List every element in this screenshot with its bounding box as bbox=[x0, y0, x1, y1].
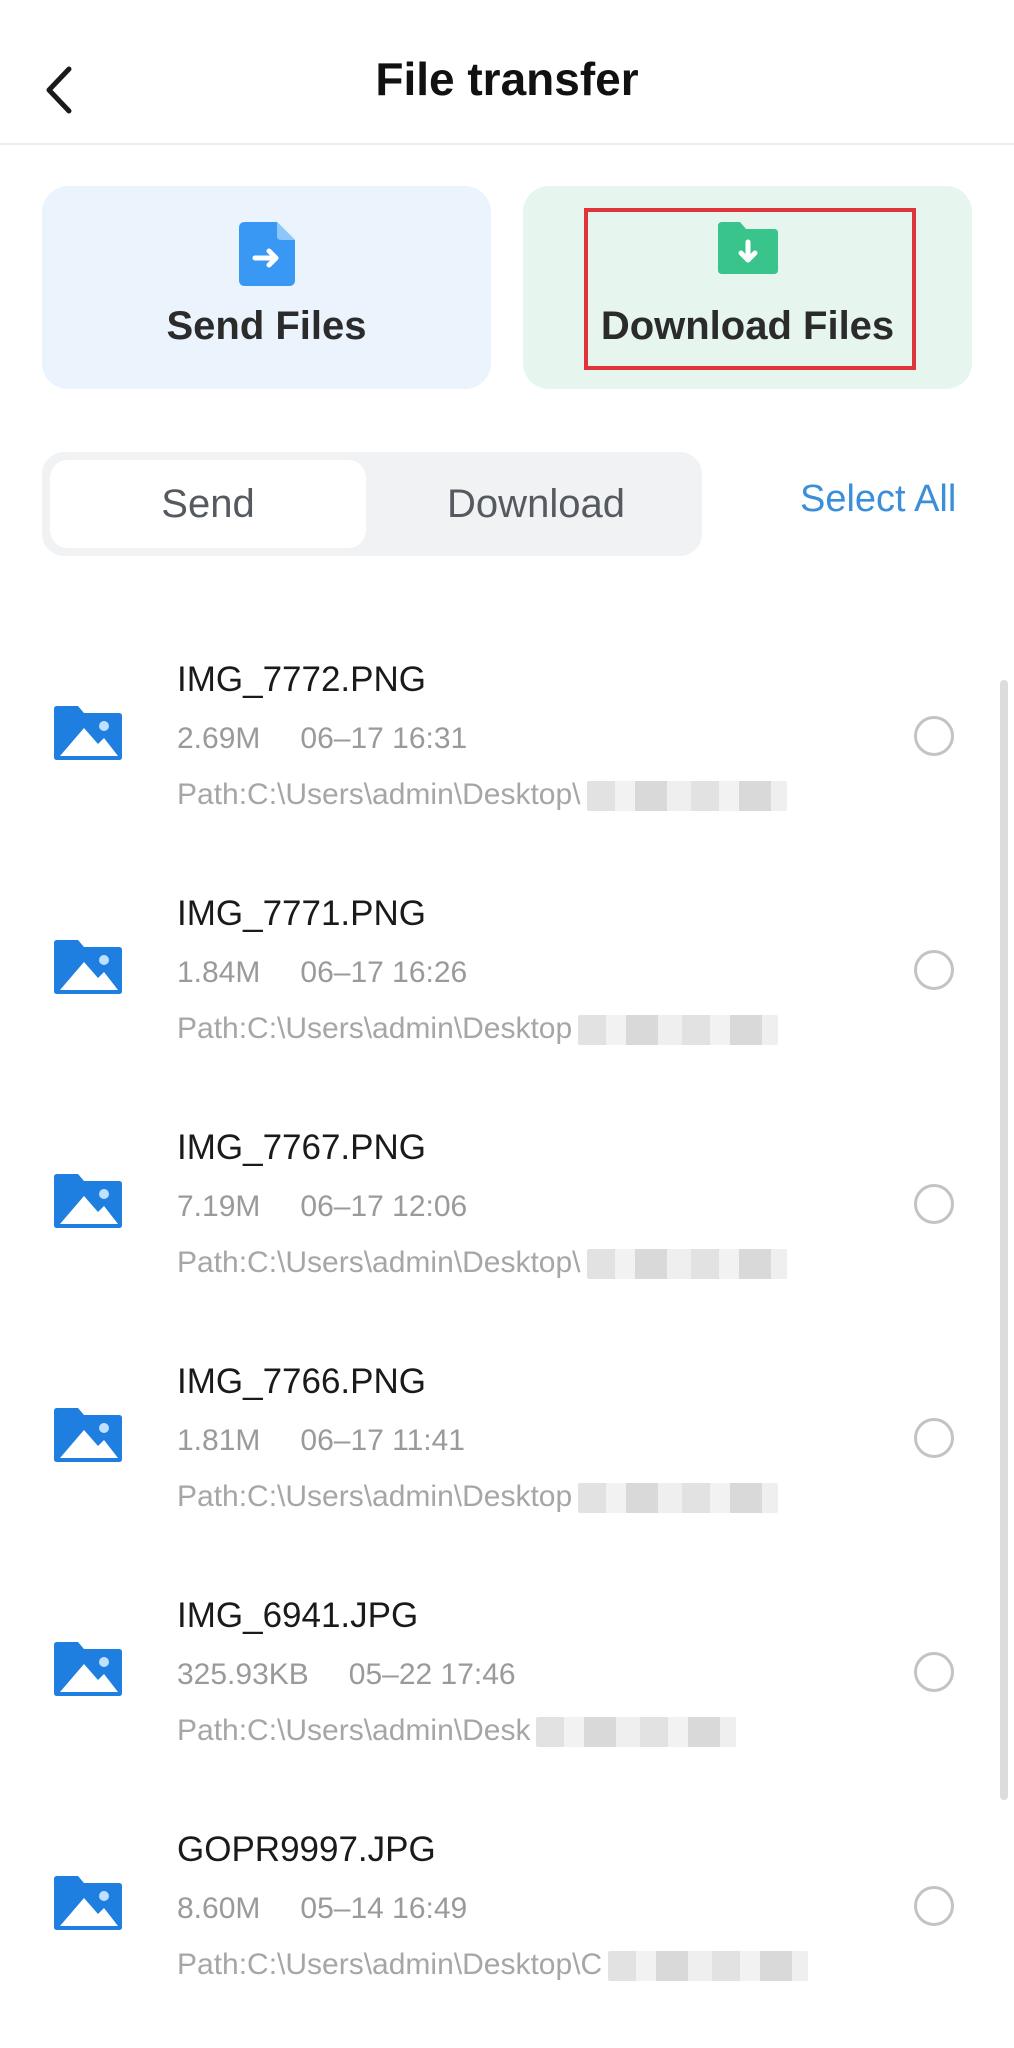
file-path: Path:C:\Users\admin\Desktop\ bbox=[177, 778, 787, 812]
file-size: 325.93KB bbox=[177, 1658, 309, 1691]
file-path-text: Path:C:\Users\admin\Desktop\ bbox=[177, 778, 581, 811]
file-path-text: Path:C:\Users\admin\Desktop\C bbox=[177, 1948, 603, 1981]
send-files-label: Send Files bbox=[166, 304, 367, 348]
select-radio[interactable] bbox=[914, 950, 954, 990]
image-folder-icon bbox=[54, 940, 122, 994]
file-path: Path:C:\Users\admin\Desktop bbox=[177, 1480, 779, 1514]
file-name: IMG_7767.PNG bbox=[177, 1128, 426, 1167]
file-meta: 1.84M 06–17 16:26 bbox=[177, 956, 467, 990]
redacted-block bbox=[608, 1951, 809, 1982]
redacted-block bbox=[536, 1717, 737, 1748]
file-path-text: Path:C:\Users\admin\Desktop bbox=[177, 1012, 573, 1045]
image-folder-icon bbox=[54, 1408, 122, 1462]
image-folder-icon bbox=[54, 1876, 122, 1930]
select-radio[interactable] bbox=[914, 1184, 954, 1224]
select-radio[interactable] bbox=[914, 716, 954, 756]
file-list: IMG_7772.PNG 2.69M 06–17 16:31 Path:C:\Us… bbox=[0, 640, 1014, 2044]
image-folder-icon bbox=[54, 706, 122, 760]
file-size: 1.84M bbox=[177, 956, 261, 989]
select-radio[interactable] bbox=[914, 1886, 954, 1926]
file-path: Path:C:\Users\admin\Desktop\C bbox=[177, 1948, 809, 1982]
redacted-block bbox=[586, 781, 787, 812]
file-name: GOPR9997.JPG bbox=[177, 1830, 436, 1869]
file-time: 06–17 16:31 bbox=[300, 722, 468, 755]
download-files-card[interactable]: Download Files bbox=[523, 186, 972, 389]
list-item[interactable]: IMG_7766.PNG 1.81M 06–17 11:41 Path:C:\Us… bbox=[0, 1342, 1014, 1576]
send-files-card[interactable]: Send Files bbox=[42, 186, 491, 389]
file-path: Path:C:\Users\admin\Desktop bbox=[177, 1012, 779, 1046]
file-size: 2.69M bbox=[177, 722, 261, 755]
tab-download[interactable]: Download bbox=[378, 460, 694, 548]
select-radio[interactable] bbox=[914, 1418, 954, 1458]
file-meta: 8.60M 05–14 16:49 bbox=[177, 1892, 467, 1926]
file-name: IMG_7766.PNG bbox=[177, 1362, 426, 1401]
list-item[interactable]: IMG_7772.PNG 2.69M 06–17 16:31 Path:C:\Us… bbox=[0, 640, 1014, 874]
file-meta: 7.19M 06–17 12:06 bbox=[177, 1190, 467, 1224]
file-size: 1.81M bbox=[177, 1424, 261, 1457]
list-item[interactable]: GOPR9997.JPG 8.60M 05–14 16:49 Path:C:\Us… bbox=[0, 1810, 1014, 2044]
file-path: Path:C:\Users\admin\Desk bbox=[177, 1714, 737, 1748]
file-name: IMG_6941.JPG bbox=[177, 1596, 419, 1635]
file-meta: 325.93KB 05–22 17:46 bbox=[177, 1658, 516, 1692]
file-send-icon bbox=[238, 222, 295, 291]
header-bar: File transfer bbox=[0, 0, 1014, 145]
file-path-text: Path:C:\Users\admin\Desktop\ bbox=[177, 1246, 581, 1279]
list-item[interactable]: IMG_7771.PNG 1.84M 06–17 16:26 Path:C:\Us… bbox=[0, 874, 1014, 1108]
file-time: 05–14 16:49 bbox=[300, 1892, 468, 1925]
file-name: IMG_7772.PNG bbox=[177, 660, 426, 699]
file-name: IMG_7771.PNG bbox=[177, 894, 426, 933]
file-size: 7.19M bbox=[177, 1190, 261, 1223]
folder-download-icon bbox=[717, 222, 778, 279]
image-folder-icon bbox=[54, 1174, 122, 1228]
list-item[interactable]: IMG_7767.PNG 7.19M 06–17 12:06 Path:C:\Us… bbox=[0, 1108, 1014, 1342]
file-time: 06–17 12:06 bbox=[300, 1190, 468, 1223]
file-time: 06–17 16:26 bbox=[300, 956, 468, 989]
file-time: 06–17 11:41 bbox=[300, 1424, 465, 1457]
file-size: 8.60M bbox=[177, 1892, 261, 1925]
select-radio[interactable] bbox=[914, 1652, 954, 1692]
file-path: Path:C:\Users\admin\Desktop\ bbox=[177, 1246, 787, 1280]
file-meta: 2.69M 06–17 16:31 bbox=[177, 722, 467, 756]
file-path-text: Path:C:\Users\admin\Desktop bbox=[177, 1480, 573, 1513]
redacted-block bbox=[586, 1249, 787, 1280]
image-folder-icon bbox=[54, 1642, 122, 1696]
file-time: 05–22 17:46 bbox=[348, 1658, 516, 1691]
scrollbar[interactable] bbox=[1000, 680, 1008, 1800]
file-meta: 1.81M 06–17 11:41 bbox=[177, 1424, 465, 1458]
list-item[interactable]: IMG_6941.JPG 325.93KB 05–22 17:46 Path:C:… bbox=[0, 1576, 1014, 1810]
file-path-text: Path:C:\Users\admin\Desk bbox=[177, 1714, 531, 1747]
redacted-block bbox=[578, 1483, 779, 1514]
redacted-block bbox=[578, 1015, 779, 1046]
tab-send[interactable]: Send bbox=[50, 460, 366, 548]
select-all-button[interactable]: Select All bbox=[800, 478, 956, 521]
page-title: File transfer bbox=[375, 53, 639, 105]
download-files-label: Download Files bbox=[600, 304, 895, 348]
segmented-tabs: Send Download bbox=[42, 452, 702, 556]
